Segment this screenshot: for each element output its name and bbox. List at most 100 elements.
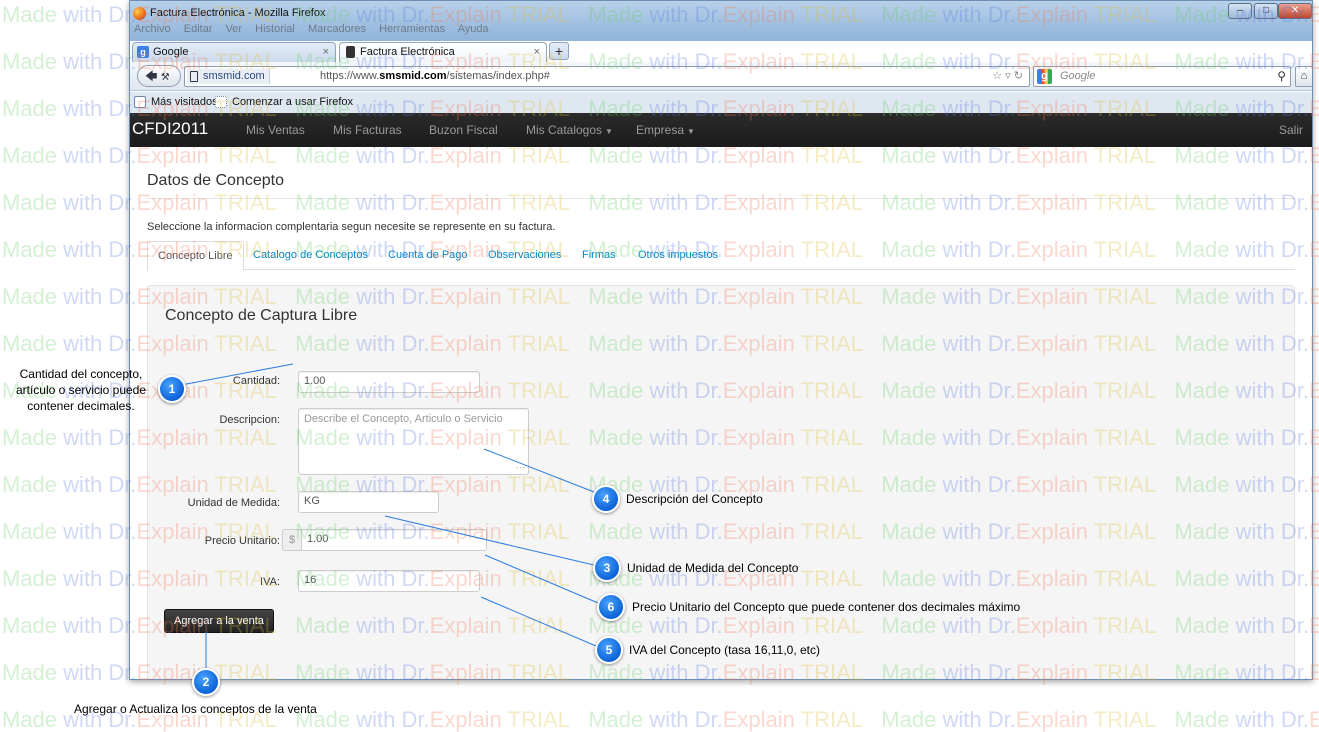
- annotation-marker-1[interactable]: 1: [158, 375, 186, 403]
- menu-historial[interactable]: Historial: [255, 23, 295, 35]
- concept-form: Concepto de Captura Libre Cantidad: 1.00…: [147, 285, 1295, 679]
- menu-bar: Archivo Editar Ver Historial Marcadores …: [134, 23, 499, 35]
- form-legend: Concepto de Captura Libre: [165, 307, 358, 324]
- search-bar[interactable]: g Google ⚲: [1033, 66, 1291, 87]
- dropdown-icon[interactable]: ▿: [1005, 70, 1011, 82]
- url-prefix: https://www.: [320, 70, 380, 82]
- menu-ver[interactable]: Ver: [226, 23, 243, 35]
- precio-label: Precio Unitario:: [204, 535, 280, 547]
- site-identity-label: smsmid.com: [203, 70, 265, 82]
- unidad-input[interactable]: KG: [298, 491, 439, 513]
- descripcion-placeholder: Describe el Concepto, Articulo o Servici…: [304, 413, 503, 425]
- search-placeholder: Google: [1060, 70, 1096, 82]
- minimize-icon[interactable]: –: [1228, 3, 1252, 19]
- tab-cuenta-de-pago[interactable]: Cuenta de Pago: [388, 249, 468, 261]
- magnifier-icon[interactable]: ⚲: [1277, 69, 1286, 83]
- tab-otros-impuestos[interactable]: Otros impuestos: [638, 249, 718, 261]
- close-tab-icon[interactable]: ×: [323, 46, 329, 58]
- title-bar: Factura Electrónica - Mozilla Firefox Ar…: [130, 1, 1312, 41]
- caret-down-icon: ▼: [605, 127, 613, 136]
- page-description: Seleccione la informacion complentaria s…: [147, 221, 556, 233]
- reload-icon[interactable]: ↻: [1014, 70, 1023, 82]
- firefox-logo-icon: [133, 7, 146, 20]
- google-search-icon[interactable]: g: [1037, 69, 1052, 84]
- nav-empresa-label: Empresa: [636, 123, 685, 137]
- annotation-marker-5[interactable]: 5: [595, 636, 623, 664]
- descripcion-label: Descripcion:: [219, 414, 280, 426]
- tab-google[interactable]: g Google ×: [132, 42, 336, 62]
- bookmark-label: Comenzar a usar Firefox: [232, 96, 354, 108]
- menu-archivo[interactable]: Archivo: [134, 23, 171, 35]
- tab-factura-electronica[interactable]: Factura Electrónica ×: [339, 42, 547, 62]
- nav-salir[interactable]: Salir: [1279, 123, 1303, 137]
- bookmark-label: Más visitados: [151, 96, 218, 108]
- brand-logo[interactable]: CFDI2011: [132, 119, 208, 139]
- caret-down-icon: ▼: [687, 127, 695, 136]
- nav-mis-ventas[interactable]: Mis Ventas: [246, 123, 305, 137]
- descripcion-textarea[interactable]: Describe el Concepto, Articulo o Servici…: [298, 408, 529, 475]
- menu-editar[interactable]: Editar: [184, 23, 213, 35]
- bookmark-folder-icon: [134, 96, 146, 108]
- annotation-2-text: Agregar o Actualiza los conceptos de la …: [74, 702, 317, 716]
- close-tab-icon[interactable]: ×: [534, 46, 540, 58]
- url-domain: smsmid.com: [379, 70, 447, 82]
- nav-buzon-fiscal[interactable]: Buzon Fiscal: [429, 123, 498, 137]
- window-title: Factura Electrónica - Mozilla Firefox: [150, 7, 326, 19]
- annotation-4-text: Descripción del Concepto: [626, 492, 763, 506]
- page-favicon-icon: [346, 46, 355, 58]
- home-button[interactable]: ⌂: [1295, 66, 1312, 87]
- annotation-marker-2[interactable]: 2: [192, 668, 220, 696]
- url-text: https://www.smsmid.com/sistemas/index.ph…: [320, 67, 550, 86]
- identity-icon: ⚒: [160, 72, 170, 83]
- tab-firmas[interactable]: Firmas: [582, 249, 616, 261]
- annotation-marker-3[interactable]: 3: [593, 554, 621, 582]
- bookmark-comenzar-firefox[interactable]: Comenzar a usar Firefox: [215, 96, 353, 108]
- tab-google-label: Google: [153, 46, 189, 58]
- cantidad-input[interactable]: 1.00: [298, 371, 480, 393]
- url-bar[interactable]: smsmid.com https://www.smsmid.com/sistem…: [184, 66, 1030, 87]
- bookmark-page-icon: [215, 96, 227, 108]
- bookmarks-toolbar: Más visitados Comenzar a usar Firefox: [130, 92, 1312, 113]
- maximize-icon[interactable]: □: [1254, 3, 1278, 19]
- page-title: Datos de Concepto: [147, 172, 284, 189]
- app-navbar: CFDI2011 Mis Ventas Mis Facturas Buzon F…: [130, 113, 1312, 147]
- tab-catalogo-conceptos[interactable]: Catalogo de Conceptos: [253, 249, 368, 261]
- nav-mis-facturas[interactable]: Mis Facturas: [333, 123, 402, 137]
- annotation-marker-4[interactable]: 4: [592, 485, 620, 513]
- precio-input[interactable]: 1.00: [301, 529, 487, 551]
- annotation-3-text: Unidad de Medida del Concepto: [627, 561, 799, 575]
- back-button[interactable]: 🡄 ⚒: [137, 65, 181, 87]
- site-page-icon: [190, 71, 198, 82]
- concept-tabs: Concepto Libre Catalogo de Conceptos Cue…: [147, 241, 1295, 271]
- nav-empresa[interactable]: Empresa ▼: [636, 123, 695, 137]
- tab-concepto-libre[interactable]: Concepto Libre: [147, 241, 244, 271]
- bookmark-mas-visitados[interactable]: Más visitados: [134, 96, 218, 108]
- url-bar-icons: ☆ ▿ ↻: [992, 67, 1023, 86]
- menu-marcadores[interactable]: Marcadores: [308, 23, 366, 35]
- annotation-marker-6[interactable]: 6: [597, 593, 625, 621]
- annotation-1-text: Cantidad del concepto, artículo o servic…: [15, 367, 147, 413]
- agregar-venta-button[interactable]: Agregar a la venta: [164, 609, 274, 633]
- back-arrow-icon: 🡄: [145, 69, 158, 83]
- home-icon: ⌂: [1300, 70, 1308, 82]
- nav-mis-catalogos-label: Mis Catalogos: [526, 123, 603, 137]
- url-path: /sistemas/index.php#: [446, 70, 550, 82]
- divider: [147, 198, 1295, 199]
- iva-label: IVA:: [260, 576, 280, 588]
- resize-grip-icon[interactable]: ⋯: [516, 462, 525, 473]
- google-favicon-icon: g: [137, 46, 149, 58]
- currency-addon: $: [282, 529, 302, 551]
- nav-mis-catalogos[interactable]: Mis Catalogos ▼: [526, 123, 613, 137]
- menu-herramientas[interactable]: Herramientas: [379, 23, 445, 35]
- iva-input[interactable]: 16: [298, 570, 480, 592]
- menu-ayuda[interactable]: Ayuda: [458, 23, 489, 35]
- bookmark-star-icon[interactable]: ☆: [992, 70, 1002, 82]
- tab-factura-label: Factura Electrónica: [360, 46, 455, 58]
- site-identity-button[interactable]: smsmid.com: [187, 69, 270, 84]
- close-icon[interactable]: ✕: [1278, 3, 1312, 19]
- tab-observaciones[interactable]: Observaciones: [488, 249, 561, 261]
- new-tab-button[interactable]: +: [549, 42, 569, 60]
- annotation-5-text: IVA del Concepto (tasa 16,11,0, etc): [629, 643, 821, 657]
- cantidad-label: Cantidad:: [232, 375, 280, 387]
- navigation-toolbar: 🡄 ⚒ smsmid.com https://www.smsmid.com/si…: [130, 62, 1312, 91]
